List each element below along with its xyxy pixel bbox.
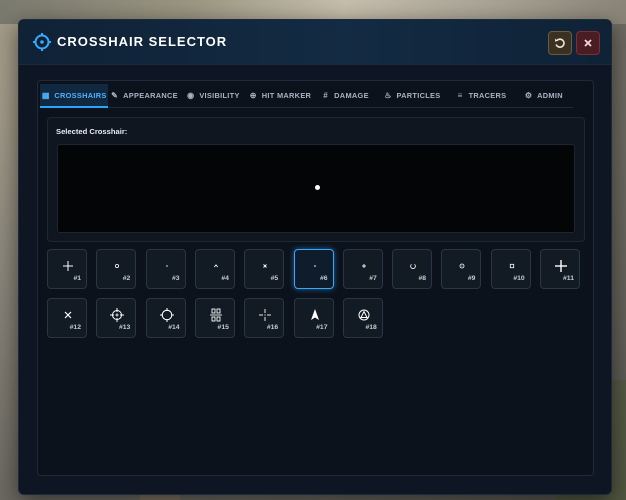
target-icon: ⊕ bbox=[249, 91, 257, 100]
crosshair-number: #7 bbox=[369, 275, 377, 282]
close-button[interactable] bbox=[576, 31, 600, 55]
gap-plus-crosshair-icon bbox=[245, 307, 285, 323]
circle-triangle-crosshair-icon bbox=[344, 307, 384, 323]
crosshair-number: #6 bbox=[319, 275, 328, 282]
crosshair-number: #10 bbox=[513, 275, 525, 282]
tiny-dot-crosshair-icon bbox=[147, 258, 187, 274]
crosshair-option[interactable]: #6 bbox=[293, 249, 335, 289]
crosshair-option[interactable]: #9 bbox=[441, 249, 482, 289]
big-plus-crosshair-icon bbox=[541, 258, 581, 274]
selected-crosshair-panel: Selected Crosshair: bbox=[47, 117, 585, 242]
dot-crosshair-icon bbox=[295, 258, 335, 274]
tab-bar: ▦ CROSSHAIRS ✎ APPEARANCE ◉ VISIBILITY ⊕ HIT MA… bbox=[40, 84, 591, 108]
crosshair-number: #12 bbox=[69, 324, 81, 331]
tab-crosshairs[interactable]: ▦ CROSSHAIRS bbox=[40, 84, 108, 108]
undo-icon bbox=[554, 38, 565, 48]
crosshair-number: #11 bbox=[563, 275, 574, 282]
tab-label: HIT MARKER bbox=[261, 91, 312, 100]
circle-ticks-crosshair-icon bbox=[147, 307, 187, 323]
crosshair-option[interactable]: #18 bbox=[342, 298, 384, 338]
small-square-crosshair-icon bbox=[492, 258, 532, 274]
crosshair-option[interactable]: #13 bbox=[96, 298, 137, 338]
small-plus-crosshair-icon bbox=[344, 258, 384, 274]
crosshair-option[interactable]: #15 bbox=[194, 298, 236, 338]
titlebar: CROSSHAIR SELECTOR bbox=[19, 20, 611, 65]
crosshair-preview bbox=[57, 144, 575, 233]
crosshair-option[interactable]: #5 bbox=[244, 249, 285, 289]
crosshair-number: #4 bbox=[221, 275, 229, 282]
selected-crosshair-label: Selected Crosshair: bbox=[56, 127, 128, 136]
crosshair-option[interactable]: #8 bbox=[392, 249, 433, 289]
crosshair-number: #2 bbox=[122, 275, 131, 282]
crosshair-number: #16 bbox=[266, 324, 279, 331]
lines-icon: ≡ bbox=[457, 91, 463, 100]
reset-button[interactable] bbox=[548, 31, 572, 55]
tab-admin[interactable]: ⚙ ADMIN bbox=[514, 84, 573, 108]
tab-label: PARTICLES bbox=[396, 91, 441, 100]
crosshair-number: #17 bbox=[316, 324, 328, 331]
crosshair-option[interactable]: #14 bbox=[145, 298, 187, 338]
tab-tracers[interactable]: ≡ TRACERS bbox=[448, 84, 514, 108]
crosshair-number: #15 bbox=[217, 324, 229, 331]
tab-appearance[interactable]: ✎ APPEARANCE bbox=[108, 84, 180, 108]
crosshair-option[interactable]: #11 bbox=[540, 249, 580, 289]
plus-crosshair-icon bbox=[48, 258, 88, 274]
small-x-crosshair-icon bbox=[245, 258, 285, 274]
grid-icon: ▦ bbox=[41, 90, 50, 100]
crosshair-number: #18 bbox=[365, 324, 377, 331]
crosshair-number: #14 bbox=[168, 324, 180, 331]
crosshair-number: #1 bbox=[73, 275, 81, 282]
flame-icon: ♨ bbox=[384, 91, 392, 100]
arrow-crosshair-icon bbox=[295, 307, 335, 323]
crosshair-option[interactable]: #2 bbox=[96, 249, 137, 289]
tab-hit-marker[interactable]: ⊕ HIT MARKER bbox=[246, 84, 314, 108]
user-cog-icon: ⚙ bbox=[524, 91, 533, 100]
tab-label: VISIBILITY bbox=[199, 91, 240, 100]
preview-dot-crosshair bbox=[315, 185, 320, 190]
crosshair-number: #13 bbox=[118, 324, 131, 331]
caret-crosshair-icon bbox=[196, 258, 236, 274]
bracket-plus-crosshair-icon bbox=[196, 307, 236, 323]
brush-icon: ✎ bbox=[111, 91, 119, 100]
tab-label: TRACERS bbox=[468, 91, 507, 100]
small-circle-crosshair-icon bbox=[97, 258, 137, 274]
window-title: CROSSHAIR SELECTOR bbox=[57, 34, 228, 49]
tab-label: CROSSHAIRS bbox=[54, 90, 107, 100]
tab-visibility[interactable]: ◉ VISIBILITY bbox=[180, 84, 246, 108]
crosshair-number: #3 bbox=[172, 275, 180, 282]
crosshair-option[interactable]: #10 bbox=[490, 249, 532, 289]
crosshair-option[interactable]: #16 bbox=[244, 298, 285, 338]
crosshair-number: #5 bbox=[270, 275, 279, 282]
tab-label: DAMAGE bbox=[334, 91, 369, 100]
crosshair-option[interactable]: #7 bbox=[342, 249, 384, 289]
crosshair-option[interactable]: #17 bbox=[293, 298, 335, 338]
crosshair-logo-icon bbox=[33, 33, 51, 51]
tab-damage[interactable]: # DAMAGE bbox=[314, 84, 376, 108]
crosshair-option[interactable]: #3 bbox=[145, 249, 187, 289]
crosshair-option[interactable]: #1 bbox=[47, 249, 87, 289]
circle-cross-crosshair-icon bbox=[97, 307, 137, 323]
tab-particles[interactable]: ♨ PARTICLES bbox=[376, 84, 448, 108]
crosshair-selector-window: CROSSHAIR SELECTOR ▦ CROSSHAIRS ✎ APPEARANC… bbox=[18, 19, 612, 495]
eye-icon: ◉ bbox=[187, 91, 195, 100]
crosshair-number: #8 bbox=[418, 275, 427, 282]
crosshair-number: #9 bbox=[467, 275, 476, 282]
crosshair-option[interactable]: #12 bbox=[47, 298, 87, 338]
ring-dot-crosshair-icon bbox=[442, 258, 482, 274]
tab-label: ADMIN bbox=[537, 91, 563, 100]
content-panel: ▦ CROSSHAIRS ✎ APPEARANCE ◉ VISIBILITY ⊕ HIT MA… bbox=[37, 80, 594, 476]
tab-label: APPEARANCE bbox=[123, 91, 178, 100]
close-icon bbox=[584, 39, 592, 47]
x-crosshair-icon bbox=[48, 307, 88, 323]
hash-icon: # bbox=[323, 91, 329, 100]
circle-gap-crosshair-icon bbox=[393, 258, 433, 274]
crosshair-option[interactable]: #4 bbox=[194, 249, 236, 289]
